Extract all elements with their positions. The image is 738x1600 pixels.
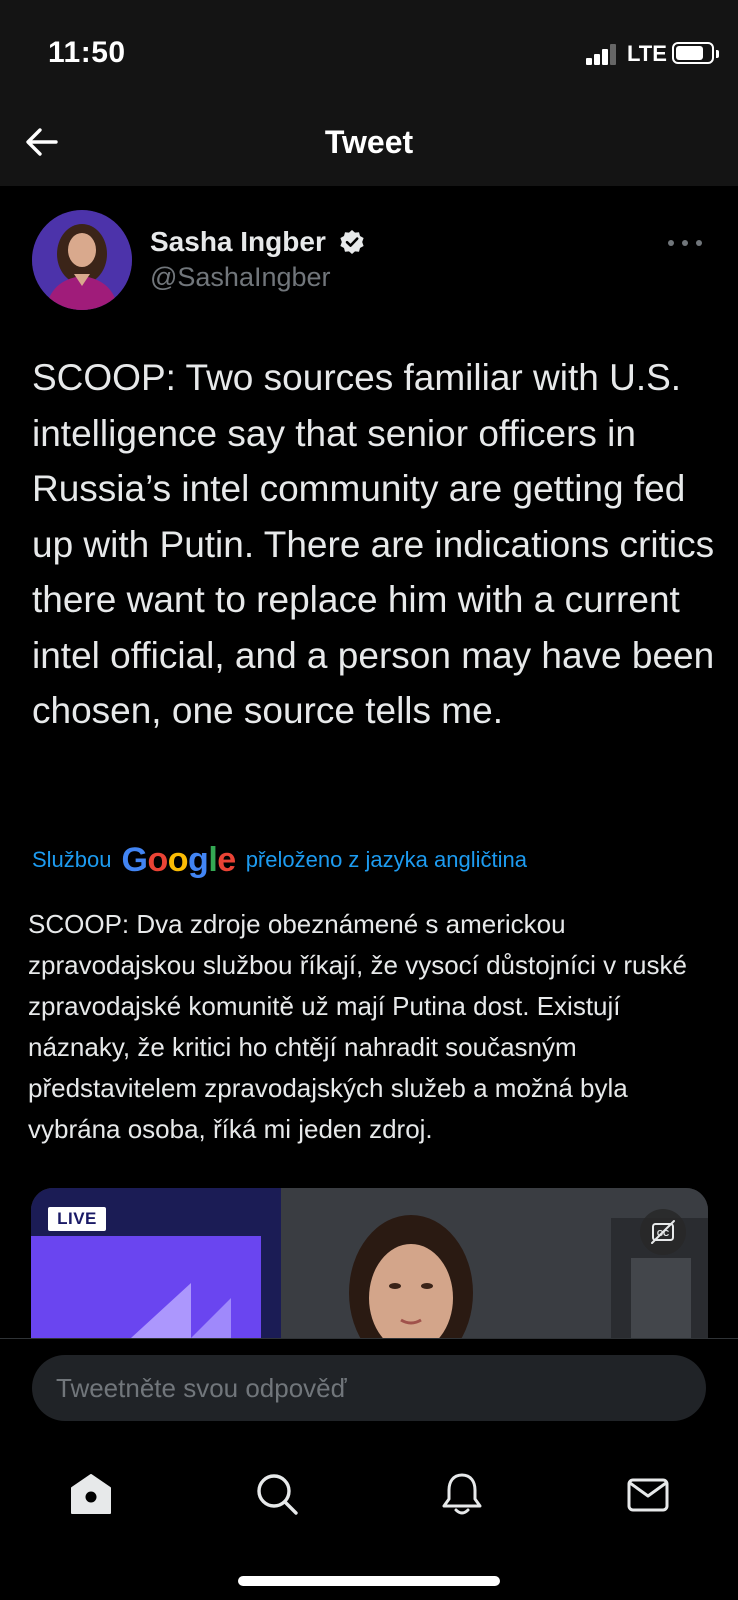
more-options-button[interactable] bbox=[668, 236, 706, 250]
translation-prefix: Službou bbox=[32, 847, 112, 872]
live-badge-label: LIVE bbox=[57, 1209, 97, 1228]
live-badge: LIVE bbox=[48, 1207, 106, 1231]
page-title: Tweet bbox=[324, 124, 414, 160]
reply-input[interactable] bbox=[32, 1355, 706, 1421]
reply-composer bbox=[0, 1338, 738, 1452]
verified-badge-icon bbox=[340, 230, 364, 254]
messages-icon bbox=[627, 1478, 669, 1512]
tab-home[interactable] bbox=[61, 1464, 121, 1524]
tweet-text: SCOOP: Two sources familiar with U.S. in… bbox=[32, 357, 715, 731]
search-icon bbox=[257, 1474, 298, 1515]
closed-captions-off-icon: CC bbox=[651, 1220, 675, 1244]
screen: 11:50 LTE Tweet Sasha Ingber @SashaIngbe… bbox=[0, 0, 738, 1600]
tab-search[interactable] bbox=[247, 1464, 307, 1524]
video-thumbnail bbox=[31, 1188, 708, 1338]
translated-text: SCOOP: Dva zdroje obeznámené s americkou… bbox=[28, 909, 687, 1144]
video-media[interactable]: LIVE CC bbox=[31, 1188, 708, 1338]
tab-notifications[interactable] bbox=[432, 1464, 492, 1524]
tab-messages[interactable] bbox=[618, 1464, 678, 1524]
author-name[interactable]: Sasha Ingber bbox=[150, 226, 326, 258]
home-indicator bbox=[238, 1576, 500, 1586]
nav-header: Tweet bbox=[0, 100, 738, 186]
home-icon bbox=[71, 1474, 111, 1514]
tab-bar bbox=[0, 1452, 738, 1600]
author-handle[interactable]: @SashaIngber bbox=[150, 262, 331, 293]
notifications-icon bbox=[442, 1473, 482, 1515]
network-type: LTE bbox=[627, 41, 667, 66]
closed-captions-button[interactable]: CC bbox=[640, 1209, 686, 1255]
status-bar: 11:50 LTE bbox=[0, 0, 738, 100]
battery-icon bbox=[672, 42, 719, 64]
google-logo: Google bbox=[121, 840, 237, 879]
avatar-image bbox=[32, 210, 132, 310]
translation-suffix: přeloženo z jazyka angličtina bbox=[245, 847, 527, 872]
status-time: 11:50 bbox=[48, 36, 126, 69]
translation-attribution[interactable]: Službou Google přeloženo z jazyka anglič… bbox=[32, 840, 527, 879]
avatar[interactable] bbox=[32, 210, 132, 310]
cellular-signal-icon bbox=[586, 43, 618, 65]
